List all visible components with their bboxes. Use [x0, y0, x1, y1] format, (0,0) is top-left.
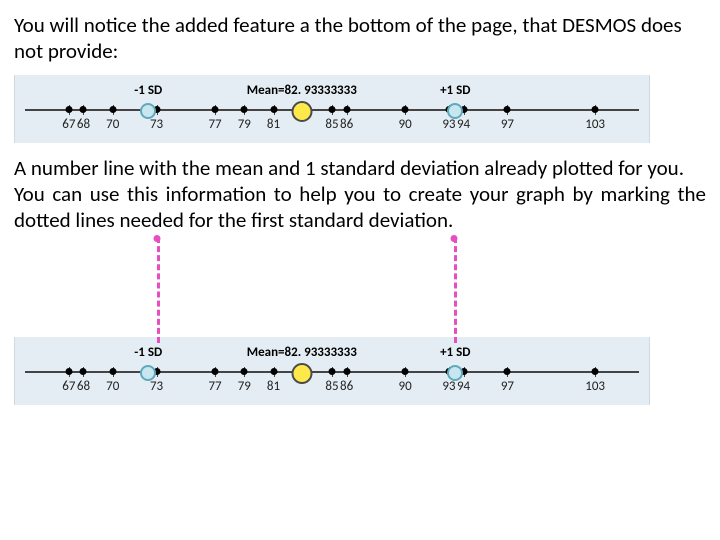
tick-label: 67 [62, 117, 75, 132]
tick-label: 70 [106, 117, 119, 132]
data-point [65, 106, 72, 113]
plus1sd-marker [447, 365, 463, 381]
data-point [109, 106, 116, 113]
data-point [65, 368, 72, 375]
data-point [241, 106, 248, 113]
tick-label: 97 [501, 117, 514, 132]
sd-guide-line [454, 237, 460, 343]
tick-label: 93 [442, 379, 455, 394]
data-point [592, 368, 599, 375]
data-point [504, 106, 511, 113]
intro-line-3: You can use this information to help you… [14, 181, 706, 234]
number-line-panel-bottom: 6768 70 73 77 79 81 8586 90 9394 97 103 -1 SD Mean=8… [14, 337, 650, 405]
data-point [80, 106, 87, 113]
data-point [270, 368, 277, 375]
tick-label: 90 [399, 379, 412, 394]
tick-label: 79 [238, 117, 251, 132]
data-point [343, 106, 350, 113]
minus1sd-marker [140, 103, 156, 119]
tick-label: 68 [77, 117, 90, 132]
intro-line-1: You will notice the added feature a the … [14, 12, 706, 65]
sd-guide-handle [451, 235, 458, 242]
data-point [343, 368, 350, 375]
tick-label: 97 [501, 379, 514, 394]
mean-marker [291, 101, 312, 122]
tick-label: 90 [399, 117, 412, 132]
tick-label: 73 [150, 379, 163, 394]
intro-line-2: A number line with the mean and 1 standa… [14, 155, 706, 181]
tick-label: 103 [585, 379, 605, 394]
data-point [402, 106, 409, 113]
minus1sd-label: -1 SD [134, 83, 162, 98]
plus1sd-label: +1 SD [440, 83, 470, 98]
tick-label: 81 [267, 117, 280, 132]
tick-label: 94 [457, 379, 470, 394]
tick-label: 73 [150, 117, 163, 132]
tick-label: 94 [457, 117, 470, 132]
number-line: 6768 70 73 77 79 81 8586 90 9394 97 103 -1 SD Mean=8… [25, 345, 639, 399]
mean-marker [291, 363, 312, 384]
minus1sd-label: -1 SD [134, 345, 162, 360]
data-point [402, 368, 409, 375]
tick-label: 86 [340, 117, 353, 132]
data-point [329, 106, 336, 113]
sd-guide-line [157, 237, 163, 343]
data-point [329, 368, 336, 375]
data-point [80, 368, 87, 375]
tick-label: 70 [106, 379, 119, 394]
tick-label: 93 [442, 117, 455, 132]
number-line: 6768 70 73 77 79 81 8586 90 9394 97 103 -1 SD Mean=8… [25, 83, 639, 137]
data-point [592, 106, 599, 113]
tick-label: 79 [238, 379, 251, 394]
plus1sd-label: +1 SD [440, 345, 470, 360]
tick-label: 85 [325, 379, 338, 394]
data-point [270, 106, 277, 113]
data-point [212, 106, 219, 113]
tick-label: 67 [62, 379, 75, 394]
plus1sd-marker [447, 103, 463, 119]
tick-label: 77 [208, 379, 221, 394]
tick-label: 86 [340, 379, 353, 394]
data-point [241, 368, 248, 375]
tick-label: 77 [208, 117, 221, 132]
data-point [212, 368, 219, 375]
mean-label: Mean=82. 93333333 [247, 345, 357, 360]
number-line-panel-top: 6768 70 73 77 79 81 8586 90 9394 97 103 -1 SD Mean=8… [14, 75, 650, 143]
data-point [504, 368, 511, 375]
sd-guide-handle [154, 235, 161, 242]
mean-label: Mean=82. 93333333 [247, 83, 357, 98]
tick-label: 85 [325, 117, 338, 132]
data-point [109, 368, 116, 375]
tick-label: 81 [267, 379, 280, 394]
tick-label: 68 [77, 379, 90, 394]
tick-label: 103 [585, 117, 605, 132]
dashed-guides [14, 237, 706, 343]
minus1sd-marker [140, 365, 156, 381]
